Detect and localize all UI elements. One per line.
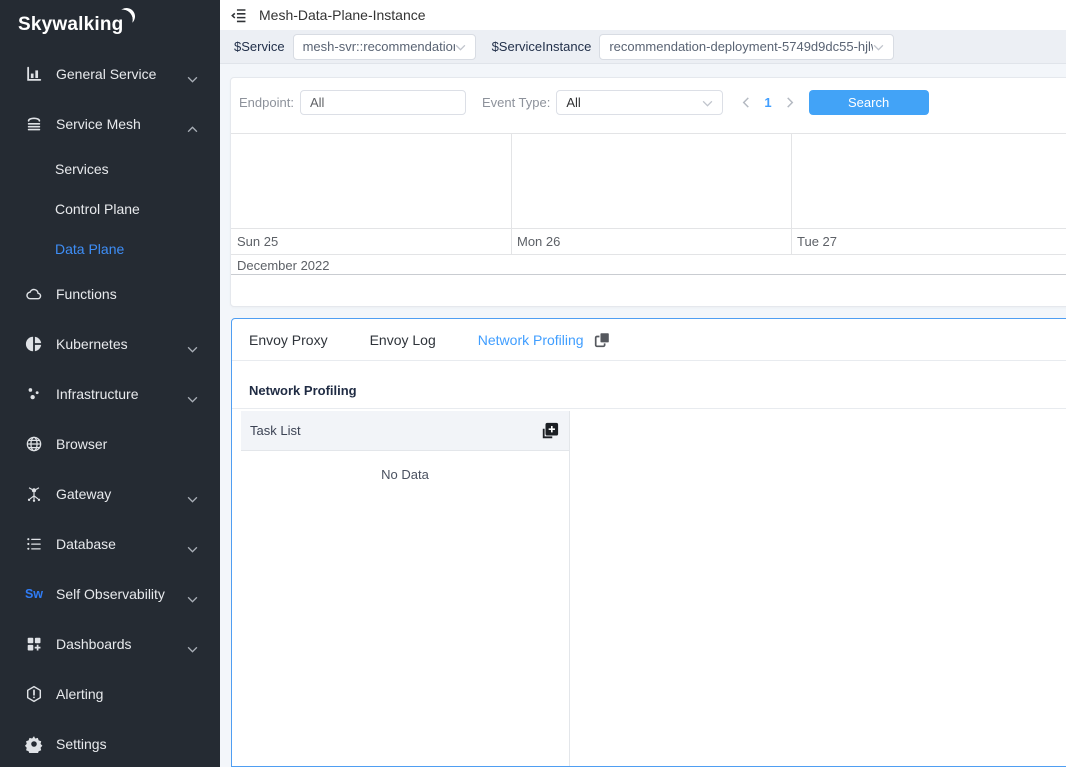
chevron-down-icon [187, 641, 198, 648]
next-page-icon[interactable] [781, 93, 799, 111]
dots-icon [25, 385, 43, 403]
chevron-down-icon [187, 341, 198, 348]
sidebar-item-browser[interactable]: Browser [0, 419, 220, 469]
menu-fold-icon[interactable] [229, 5, 249, 25]
chevron-down-icon [187, 541, 198, 548]
sidebar-item-general-service[interactable]: General Service [0, 49, 220, 99]
sidebar-item-kubernetes[interactable]: Kubernetes [0, 319, 220, 369]
database-icon [25, 535, 43, 553]
timeline-day-label: Tue 27 [797, 234, 837, 249]
service-instance-select-value: recommendation-deployment-5749d9dc55-hjl… [609, 39, 873, 54]
gateway-icon [25, 485, 43, 503]
tab-envoy-log[interactable]: Envoy Log [370, 332, 436, 348]
endpoint-input[interactable] [300, 90, 466, 115]
gear-icon [25, 735, 43, 753]
panel-title-row: Network Profiling [232, 361, 1066, 409]
chevron-down-icon [455, 39, 466, 54]
sidebar-item-label: Service Mesh [56, 116, 187, 132]
chart-icon [25, 65, 43, 83]
pagination: 1 [737, 93, 798, 111]
sidebar-item-services[interactable]: Services [0, 149, 220, 189]
events-card: Endpoint: Event Type: All 1 Search Sun 2… [230, 77, 1066, 307]
chevron-down-icon [187, 491, 198, 498]
layers-icon [25, 115, 43, 133]
panel-title: Network Profiling [249, 383, 357, 398]
sidebar-item-self-observability[interactable]: Sw Self Observability [0, 569, 220, 619]
chevron-down-icon [873, 39, 884, 54]
no-data-text: No Data [241, 451, 569, 482]
sidebar-item-label: Functions [56, 286, 198, 302]
globe-icon [25, 435, 43, 453]
sidebar-item-database[interactable]: Database [0, 519, 220, 569]
tabs-row: Envoy Proxy Envoy Log Network Profiling [232, 319, 1066, 361]
sidebar-item-control-plane[interactable]: Control Plane [0, 189, 220, 229]
sidebar-subitem-label: Control Plane [55, 201, 140, 217]
service-select[interactable]: mesh-svr::recommendation [293, 34, 476, 60]
sidebar-item-functions[interactable]: Functions [0, 269, 220, 319]
timeline-month-label: December 2022 [231, 254, 1066, 275]
service-label: $Service [234, 39, 285, 54]
sidebar-item-service-mesh[interactable]: Service Mesh [0, 99, 220, 149]
tab-envoy-proxy[interactable]: Envoy Proxy [249, 332, 328, 348]
instance-detail-panel: Envoy Proxy Envoy Log Network Profiling … [231, 318, 1066, 767]
sidebar-item-label: Browser [56, 436, 198, 452]
top-bar: Mesh-Data-Plane-Instance [220, 0, 1066, 30]
alert-icon [25, 685, 43, 703]
sidebar-item-label: Self Observability [56, 586, 187, 602]
app-logo[interactable]: Skywalking [0, 0, 220, 49]
event-type-select-value: All [566, 95, 580, 110]
event-type-label: Event Type: [482, 95, 550, 110]
dashboards-icon [25, 635, 43, 653]
sidebar-item-label: Database [56, 536, 187, 552]
sidebar-subitem-label: Services [55, 161, 109, 177]
timeline-day-row: Sun 25 Mon 26 Tue 27 [231, 228, 1066, 254]
page-title: Mesh-Data-Plane-Instance [259, 7, 426, 23]
chevron-down-icon [187, 391, 198, 398]
sw-icon: Sw [25, 585, 43, 603]
endpoint-label: Endpoint: [239, 95, 294, 110]
sidebar-subitem-label: Data Plane [55, 241, 124, 257]
sidebar-item-settings[interactable]: Settings [0, 719, 220, 767]
selector-row: $Service mesh-svr::recommendation $Servi… [220, 30, 1066, 64]
task-list-column: Task List No Data [241, 411, 569, 482]
sidebar-item-data-plane[interactable]: Data Plane [0, 229, 220, 269]
sidebar-item-label: Kubernetes [56, 336, 187, 352]
sidebar-item-label: Settings [56, 736, 198, 752]
search-button[interactable]: Search [809, 90, 929, 115]
sidebar-item-gateway[interactable]: Gateway [0, 469, 220, 519]
panel-vertical-divider [569, 411, 570, 766]
cloud-icon [25, 285, 43, 303]
timeline-day-label: Mon 26 [517, 234, 560, 249]
sidebar-item-label: Alerting [56, 686, 198, 702]
event-type-select[interactable]: All [556, 90, 723, 115]
chevron-up-icon [187, 121, 198, 128]
sidebar-item-label: Dashboards [56, 636, 187, 652]
app-logo-text: Skywalking [18, 14, 124, 36]
chevron-down-icon [702, 95, 713, 110]
new-task-icon[interactable] [540, 421, 560, 441]
service-instance-label: $ServiceInstance [492, 39, 592, 54]
events-toolbar: Endpoint: Event Type: All 1 Search [239, 89, 929, 115]
tab-network-profiling[interactable]: Network Profiling [478, 332, 584, 348]
task-list-header: Task List [241, 411, 569, 451]
task-list-label: Task List [250, 423, 301, 438]
timeline-grid[interactable] [231, 133, 1066, 228]
page-number[interactable]: 1 [764, 95, 771, 110]
timeline-day-label: Sun 25 [237, 234, 278, 249]
service-instance-select[interactable]: recommendation-deployment-5749d9dc55-hjl… [599, 34, 894, 60]
chevron-down-icon [187, 591, 198, 598]
copy-icon[interactable] [593, 330, 613, 350]
sidebar-item-alerting[interactable]: Alerting [0, 669, 220, 719]
chevron-down-icon [187, 71, 198, 78]
service-select-value: mesh-svr::recommendation [303, 39, 455, 54]
sidebar-item-label: Gateway [56, 486, 187, 502]
sidebar: Skywalking General Service Service Mesh … [0, 0, 220, 767]
k8s-icon [25, 335, 43, 353]
sidebar-item-label: Infrastructure [56, 386, 187, 402]
sidebar-item-label: General Service [56, 66, 187, 82]
sidebar-item-infrastructure[interactable]: Infrastructure [0, 369, 220, 419]
sidebar-item-dashboards[interactable]: Dashboards [0, 619, 220, 669]
prev-page-icon[interactable] [737, 93, 755, 111]
